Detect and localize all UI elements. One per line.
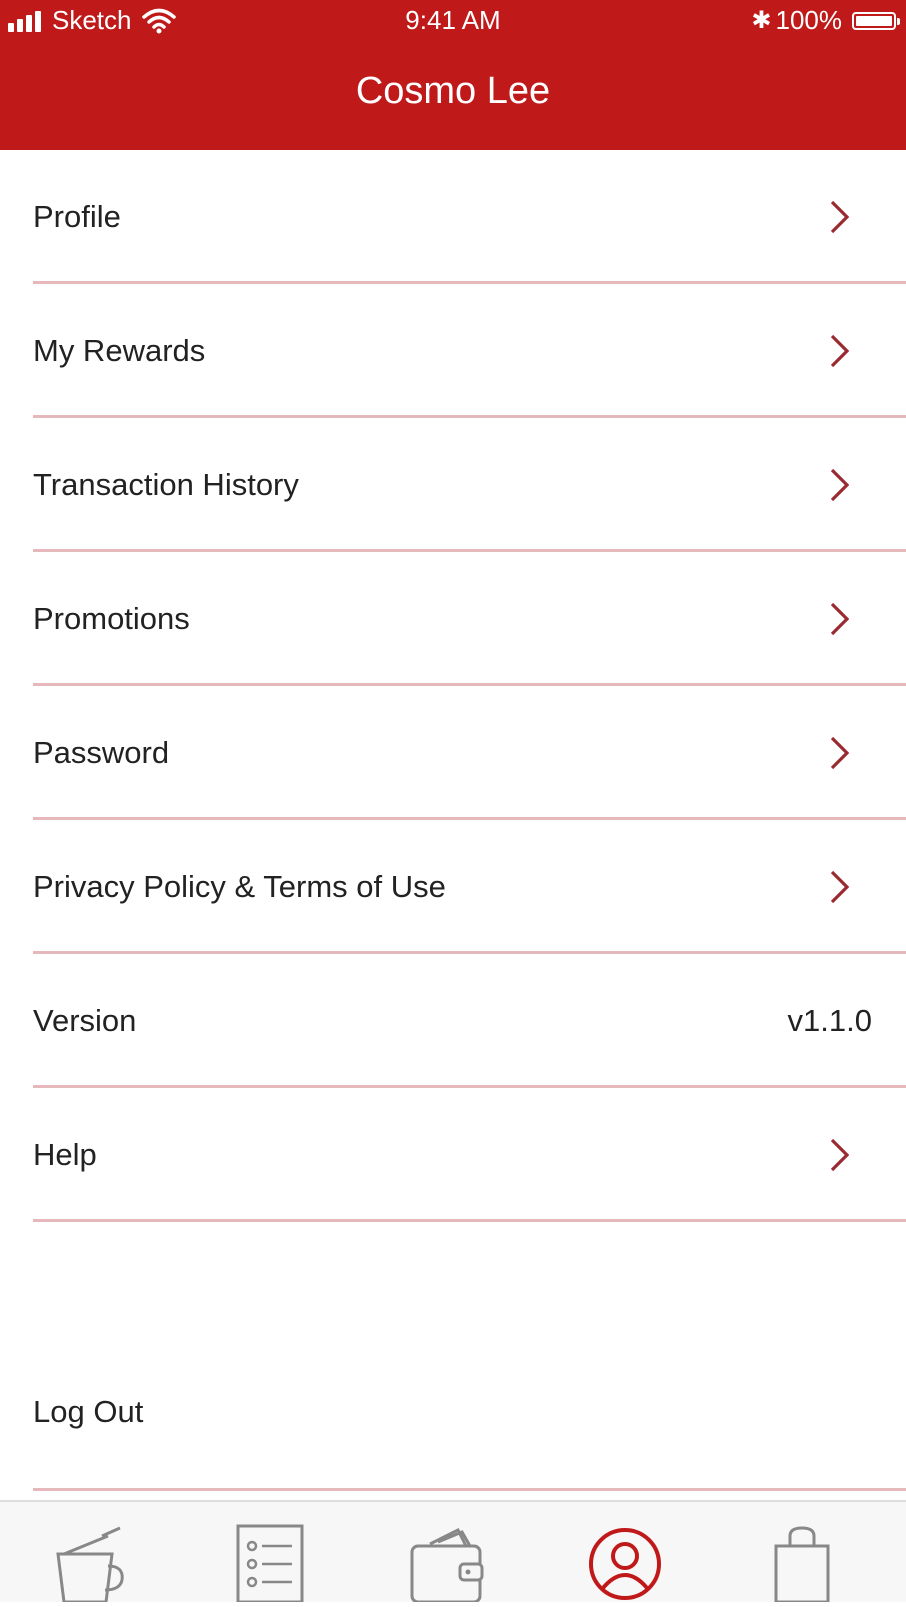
menu-item-label: Password	[33, 735, 170, 770]
page-title: Cosmo Lee	[355, 70, 551, 112]
menu-item-label: Version	[33, 1003, 137, 1038]
wallet-icon	[410, 1527, 484, 1604]
menu-list-icon	[236, 1524, 304, 1604]
tab-account[interactable]	[585, 1524, 665, 1602]
chevron-right-icon	[830, 736, 850, 770]
chevron-right-icon	[830, 1138, 850, 1172]
account-icon	[589, 1528, 661, 1600]
menu-item-version: Version v1.1.0	[0, 954, 906, 1088]
menu-item-label: Transaction History	[33, 467, 299, 502]
battery-icon	[852, 11, 900, 30]
status-right: ✱ 100%	[751, 5, 900, 36]
tab-wallet[interactable]	[408, 1524, 488, 1604]
chevron-right-icon	[830, 602, 850, 636]
account-menu: Profile My Rewards Transaction History P…	[0, 150, 906, 1222]
chevron-right-icon	[830, 468, 850, 502]
menu-item-label: Privacy Policy & Terms of Use	[33, 869, 446, 904]
menu-item-label: Promotions	[33, 601, 190, 636]
tab-menu[interactable]	[230, 1524, 310, 1604]
tab-shop[interactable]	[762, 1524, 842, 1604]
menu-item-privacy-policy[interactable]: Privacy Policy & Terms of Use	[0, 820, 906, 954]
battery-percent: 100%	[775, 5, 843, 35]
menu-item-password[interactable]: Password	[0, 686, 906, 820]
version-value: v1.1.0	[787, 1003, 872, 1038]
tab-bar	[0, 1500, 906, 1604]
divider	[33, 1219, 906, 1222]
menu-item-label: Profile	[33, 199, 121, 234]
bluetooth-icon: ✱	[751, 7, 772, 34]
coffee-cup-icon	[56, 1526, 124, 1604]
menu-item-promotions[interactable]: Promotions	[0, 552, 906, 686]
menu-item-profile[interactable]: Profile	[0, 150, 906, 284]
chevron-right-icon	[830, 334, 850, 368]
app-header: Sketch 9:41 AM ✱ 100% Cosmo Lee	[0, 0, 906, 150]
menu-item-transaction-history[interactable]: Transaction History	[0, 418, 906, 552]
shopping-bag-icon	[774, 1526, 830, 1604]
status-bar: Sketch 9:41 AM ✱ 100%	[0, 0, 906, 44]
logout-button[interactable]: Log Out	[0, 1360, 906, 1494]
divider	[33, 1488, 906, 1491]
menu-item-label: My Rewards	[33, 333, 206, 368]
menu-item-my-rewards[interactable]: My Rewards	[0, 284, 906, 418]
logout-label: Log Out	[33, 1394, 144, 1429]
tab-coffee[interactable]	[50, 1524, 130, 1604]
menu-item-label: Help	[33, 1137, 97, 1172]
chevron-right-icon	[830, 870, 850, 904]
chevron-right-icon	[830, 200, 850, 234]
menu-item-help[interactable]: Help	[0, 1088, 906, 1222]
